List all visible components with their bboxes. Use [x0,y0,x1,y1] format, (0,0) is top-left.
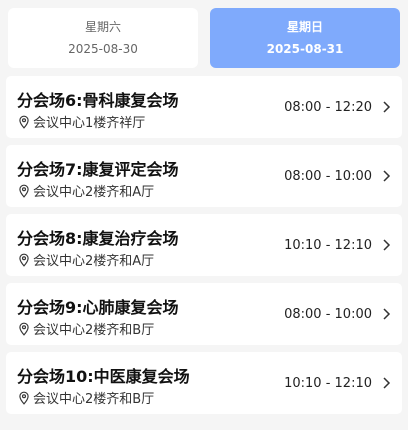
session-time: 08:00 - 10:00 [284,168,372,184]
tab-sunday[interactable]: 星期日 2025-08-31 [210,8,400,68]
session-card[interactable]: 分会场6:骨科康复会场 会议中心1楼齐祥厅 08:00 - 12:20 [6,76,402,138]
session-title: 分会场10:中医康复会场 [17,367,190,386]
session-location-text: 会议中心2楼齐和B厅 [33,323,155,338]
session-time: 08:00 - 12:20 [284,99,372,115]
location-pin-icon [19,253,29,267]
session-time: 10:10 - 12:10 [284,237,372,253]
date-tabs: 星期六 2025-08-30 星期日 2025-08-31 [8,8,400,68]
tab-date-label: 2025-08-31 [266,42,344,56]
session-location-text: 会议中心1楼齐祥厅 [33,116,146,131]
session-title: 分会场8:康复治疗会场 [17,229,179,248]
session-title: 分会场6:骨科康复会场 [17,91,179,110]
session-card[interactable]: 分会场8:康复治疗会场 会议中心2楼齐和A厅 10:10 - 12:10 [6,214,402,276]
session-time: 10:10 - 12:10 [284,375,372,391]
chevron-right-icon [382,214,392,276]
location-pin-icon [19,322,29,336]
tab-day-label: 星期六 [84,20,121,34]
session-location-text: 会议中心2楼齐和B厅 [33,392,155,407]
session-card[interactable]: 分会场10:中医康复会场 会议中心2楼齐和B厅 10:10 - 12:10 [6,352,402,414]
session-location: 会议中心2楼齐和A厅 [17,250,154,269]
tab-saturday[interactable]: 星期六 2025-08-30 [8,8,198,68]
location-pin-icon [19,391,29,405]
tab-date-label: 2025-08-30 [68,42,138,56]
location-pin-icon [19,115,29,129]
session-title: 分会场7:康复评定会场 [17,160,179,179]
session-location: 会议中心2楼齐和A厅 [17,181,154,200]
session-location: 会议中心2楼齐和B厅 [17,319,154,338]
session-location-text: 会议中心2楼齐和A厅 [33,185,155,200]
session-card[interactable]: 分会场9:心肺康复会场 会议中心2楼齐和B厅 08:00 - 10:00 [6,283,402,345]
session-location: 会议中心1楼齐祥厅 [17,112,145,131]
chevron-right-icon [382,145,392,207]
session-location: 会议中心2楼齐和B厅 [17,388,154,407]
session-title: 分会场9:心肺康复会场 [17,298,179,317]
session-location-text: 会议中心2楼齐和A厅 [33,254,155,269]
session-card[interactable]: 分会场7:康复评定会场 会议中心2楼齐和A厅 08:00 - 10:00 [6,145,402,207]
tab-day-label: 星期日 [286,20,323,34]
chevron-right-icon [382,283,392,345]
chevron-right-icon [382,352,392,414]
session-list: 分会场6:骨科康复会场 会议中心1楼齐祥厅 08:00 - 12:20 分会场7… [6,76,402,421]
location-pin-icon [19,184,29,198]
session-time: 08:00 - 10:00 [284,306,372,322]
chevron-right-icon [382,76,392,138]
